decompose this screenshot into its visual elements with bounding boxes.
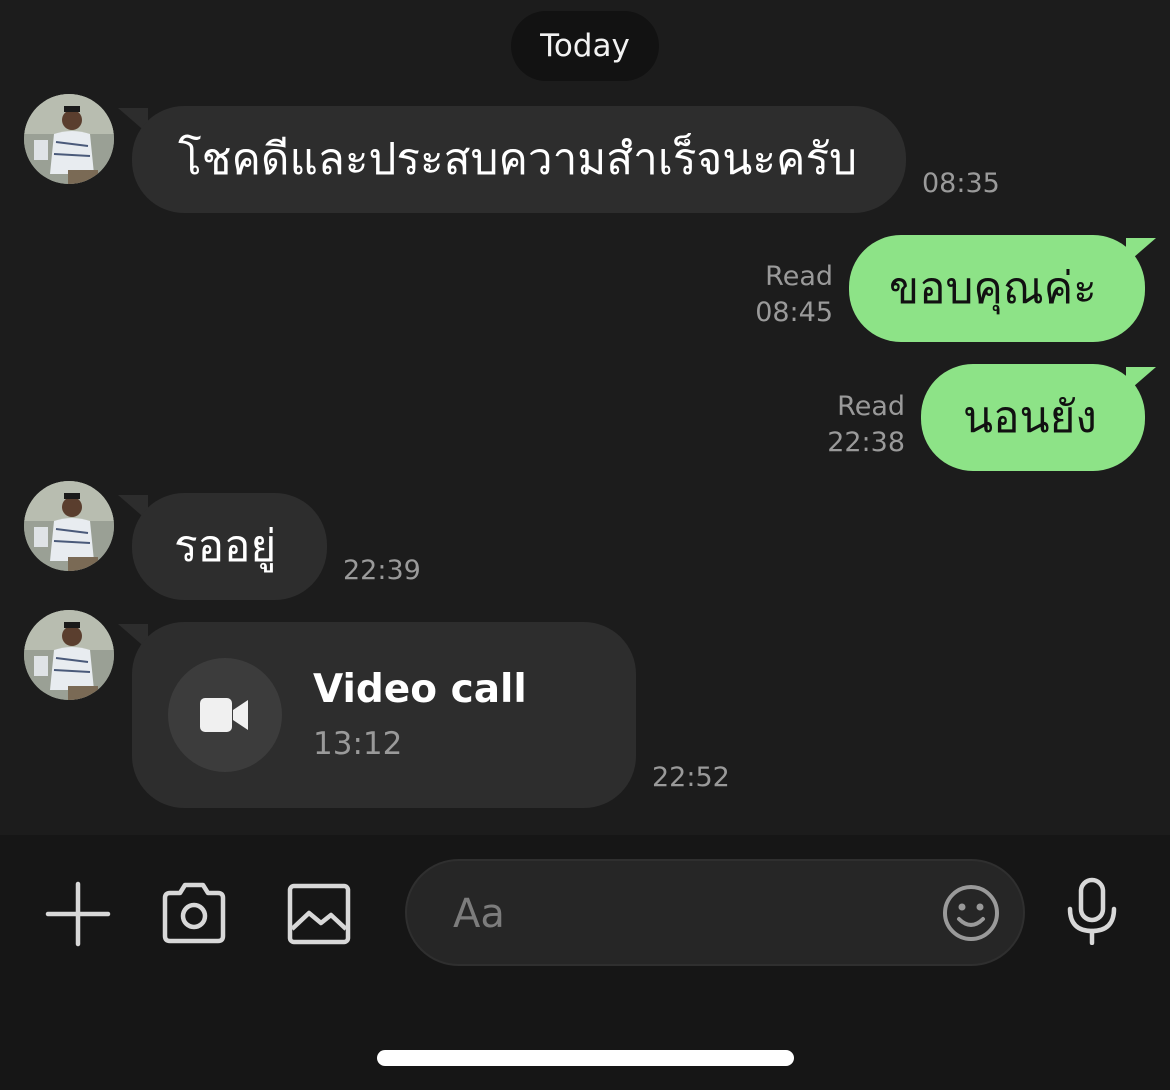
video-call-title: Video call <box>313 667 527 712</box>
plus-button[interactable] <box>44 881 112 947</box>
read-receipt: Read <box>765 261 833 292</box>
emoji-button[interactable] <box>941 883 1001 943</box>
bubble-tail <box>1126 367 1156 393</box>
contact-avatar[interactable] <box>24 94 114 184</box>
message-input[interactable]: Aa <box>405 859 1025 966</box>
read-receipt: Read <box>837 391 905 422</box>
message-bubble-incoming[interactable]: โชคดีและประสบความสำเร็จนะครับ <box>132 106 906 213</box>
contact-avatar[interactable] <box>24 610 114 700</box>
home-indicator[interactable] <box>377 1050 794 1066</box>
message-text: ขอบคุณค่ะ <box>889 262 1097 314</box>
message-input-placeholder: Aa <box>453 891 505 937</box>
message-time: 08:45 <box>755 297 833 328</box>
video-camera-icon <box>200 698 248 732</box>
message-bubble-outgoing[interactable]: ขอบคุณค่ะ <box>849 235 1145 342</box>
microphone-button[interactable] <box>1062 876 1122 946</box>
date-label: Today <box>540 28 630 64</box>
bubble-tail <box>1126 238 1156 264</box>
message-bubble-incoming[interactable]: รออยู่ <box>132 493 327 600</box>
video-call-duration: 13:12 <box>313 726 403 762</box>
contact-avatar[interactable] <box>24 481 114 571</box>
message-text: รออยู่ <box>174 520 277 572</box>
message-text: โชคดีและประสบความสำเร็จนะครับ <box>178 133 858 185</box>
gallery-button[interactable] <box>286 882 352 946</box>
plus-icon <box>45 881 111 947</box>
chat-area[interactable]: Today โชคดีและประสบความสำเร็จนะครับ 08:3… <box>0 0 1170 835</box>
date-separator: Today <box>511 11 659 81</box>
video-call-icon-circle[interactable] <box>168 658 282 772</box>
microphone-icon <box>1067 877 1117 945</box>
camera-icon <box>162 882 226 944</box>
message-time: 08:35 <box>922 168 1000 199</box>
image-icon <box>287 883 351 945</box>
emoji-icon <box>943 885 999 941</box>
message-time: 22:52 <box>652 762 730 793</box>
message-time: 22:39 <box>343 555 421 586</box>
message-time: 22:38 <box>827 427 905 458</box>
message-text: นอนยัง <box>963 391 1097 443</box>
message-bubble-outgoing[interactable]: นอนยัง <box>921 364 1145 471</box>
camera-button[interactable] <box>160 881 228 945</box>
